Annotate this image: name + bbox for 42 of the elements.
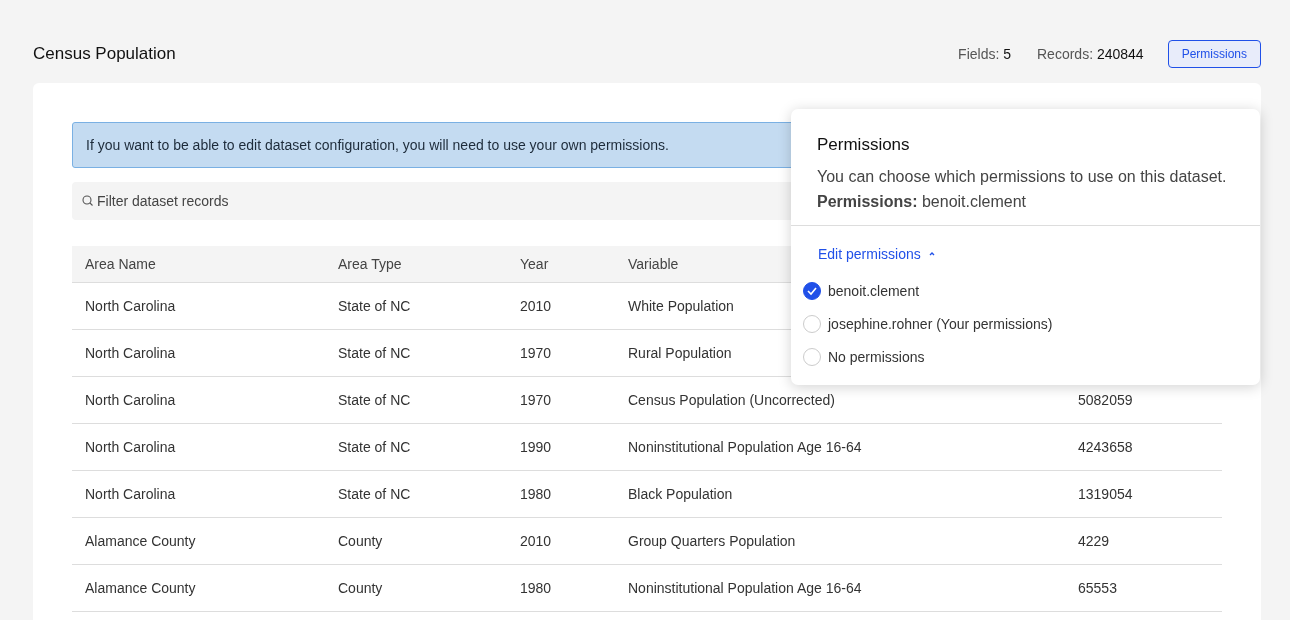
table-cell: State of NC	[325, 376, 507, 423]
edit-permissions-link[interactable]: Edit permissions	[818, 246, 935, 262]
table-cell: 2010	[507, 517, 615, 564]
table-cell: 1980	[507, 470, 615, 517]
table-cell: 1970	[507, 329, 615, 376]
column-header: Area Type	[325, 246, 507, 282]
page-title: Census Population	[33, 44, 176, 64]
table-cell: 1980	[507, 564, 615, 611]
table-cell: 4229	[1065, 517, 1222, 564]
table-cell: 1970	[507, 376, 615, 423]
table-cell: State of NC	[325, 470, 507, 517]
table-cell: Noninstitutional Population Age 16-64	[615, 423, 1065, 470]
table-cell: North Carolina	[72, 376, 325, 423]
table-cell: Alamance County	[72, 517, 325, 564]
table-cell: 4243658	[1065, 423, 1222, 470]
table-cell: Noninstitutional Population Age 16-64	[615, 564, 1065, 611]
table-cell: Alamance County	[72, 564, 325, 611]
table-cell: North Carolina	[72, 282, 325, 329]
table-cell: County	[325, 564, 507, 611]
table-cell: 1990	[507, 423, 615, 470]
fields-count: Fields: 5	[958, 46, 1011, 62]
table-cell: State of NC	[325, 329, 507, 376]
table-cell: North Carolina	[72, 470, 325, 517]
records-count: Records: 240844	[1037, 46, 1144, 62]
table-cell: North Carolina	[72, 329, 325, 376]
check-icon	[806, 285, 818, 296]
table-cell: North Carolina	[72, 423, 325, 470]
table-cell: Group Quarters Population	[615, 517, 1065, 564]
popover-title: Permissions	[817, 135, 911, 155]
table-cell: 1319054	[1065, 470, 1222, 517]
permissions-button[interactable]: Permissions	[1167, 40, 1261, 68]
table-cell: Black Population	[615, 470, 1065, 517]
current-permissions: Permissions: benoit.clement	[817, 193, 1027, 211]
column-header: Year	[507, 246, 615, 282]
table-cell: 2010	[507, 282, 615, 329]
radio-button[interactable]	[803, 281, 821, 300]
table-cell: State of NC	[325, 282, 507, 329]
column-header: Area Name	[72, 246, 325, 282]
table-cell: County	[325, 517, 507, 564]
table-cell: 65553	[1065, 564, 1222, 611]
caret-icon	[928, 252, 935, 256]
table-cell: State of NC	[325, 423, 507, 470]
